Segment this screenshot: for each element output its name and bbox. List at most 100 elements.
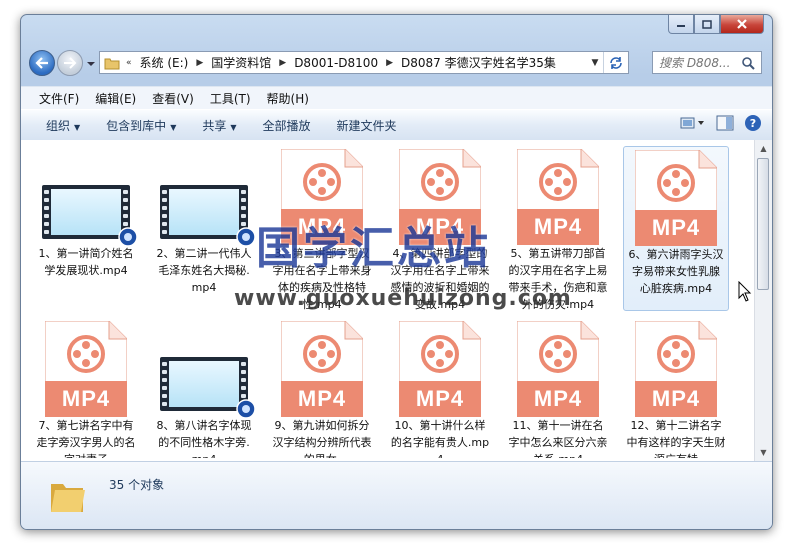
media-player-icon [118, 227, 138, 247]
view-icon [680, 117, 704, 129]
menu-help[interactable]: 帮助(H) [259, 90, 317, 107]
menu-edit[interactable]: 编辑(E) [87, 90, 144, 107]
arrow-left-icon [35, 57, 48, 69]
refresh-button[interactable] [603, 52, 628, 73]
refresh-icon [610, 56, 622, 69]
breadcrumb-item-drive[interactable]: 系统 (E:) [134, 54, 195, 71]
view-controls: ? [680, 114, 762, 135]
vertical-scrollbar[interactable]: ▲ ▼ [754, 140, 772, 461]
film-reel-icon [539, 335, 577, 373]
maximize-button[interactable] [694, 15, 720, 34]
file-name: 8、第八讲名字体现的不同性格木字旁.mp4 [156, 419, 252, 458]
chevron-down-icon: ▼ [170, 122, 177, 132]
file-name: 10、第十讲什么样的名字能有贵人.mp4 [390, 419, 490, 458]
recent-pages-dropdown[interactable] [86, 58, 96, 68]
address-row: « 系统 (E:) ▶ 国学资料馆 ▶ D8001-D8100 ▶ D8087 … [29, 48, 764, 78]
file-type-label: MP4 [635, 210, 717, 246]
file-type-label: MP4 [45, 381, 127, 417]
arrow-right-icon [64, 57, 77, 69]
file-type-label: MP4 [517, 209, 599, 245]
new-folder-button[interactable]: 新建文件夹 [324, 117, 410, 134]
breadcrumb-separator-icon[interactable]: ▶ [194, 58, 205, 68]
search-icon[interactable] [741, 56, 755, 70]
mp4-file-icon: MP4 [635, 150, 717, 246]
organize-label: 组织 [46, 118, 71, 133]
chevron-down-icon: ▼ [230, 122, 237, 132]
preview-pane-button[interactable] [716, 115, 734, 134]
file-type-label: MP4 [635, 381, 717, 417]
film-reel-icon [303, 163, 341, 201]
file-tile[interactable]: MP4 10、第十讲什么样的名字能有贵人.mp4 [387, 318, 493, 458]
share-button[interactable]: 共享 ▼ [189, 117, 249, 134]
help-icon: ? [745, 115, 761, 131]
video-thumbnail [42, 185, 138, 247]
close-button[interactable] [720, 15, 764, 34]
chevron-down-icon [87, 62, 95, 66]
file-name: 11、第十一讲在名字中怎么来区分六亲关系.mp4 [508, 419, 608, 458]
scroll-down-button[interactable]: ▼ [755, 444, 772, 461]
film-reel-icon [303, 335, 341, 373]
breadcrumb-separator-icon[interactable]: ▶ [277, 58, 288, 68]
film-reel-icon [657, 164, 695, 202]
file-tile-selected[interactable]: MP4 6、第六讲雨字头汉字易带来女性乳腺心脏疾病.mp4 [623, 146, 729, 311]
close-icon [737, 19, 747, 29]
caption-buttons [668, 15, 764, 34]
chevron-down-icon: ▼ [74, 122, 81, 132]
minimize-icon [677, 25, 685, 27]
back-button[interactable] [29, 50, 55, 76]
scrollbar-thumb[interactable] [757, 158, 769, 290]
watermark-url: www.guoxuehuizong.com [234, 286, 572, 311]
share-label: 共享 [202, 118, 227, 133]
minimize-button[interactable] [668, 15, 694, 34]
file-name: 1、第一讲简介姓名学发展现状.mp4 [38, 247, 134, 277]
film-reel-icon [421, 335, 459, 373]
file-tile[interactable]: MP4 12、第十二讲名字中有这样的字天生财源广有特 [623, 318, 729, 458]
item-count: 35 个对象 [109, 478, 165, 492]
file-name: 7、第七讲名字中有走字旁汉字男人的名字对妻子 [36, 419, 136, 458]
breadcrumb-item-range[interactable]: D8001-D8100 [288, 56, 384, 70]
menu-file[interactable]: 文件(F) [31, 90, 87, 107]
video-thumbnail [160, 185, 256, 247]
video-thumbnail [160, 357, 256, 419]
file-tile[interactable]: MP4 11、第十一讲在名字中怎么来区分六亲关系.mp4 [505, 318, 611, 458]
file-tile[interactable]: 8、第八讲名字体现的不同性格木字旁.mp4 [151, 318, 257, 458]
command-bar: 组织 ▼ 包含到库中 ▼ 共享 ▼ 全部播放 新建文件夹 ? [21, 109, 772, 141]
mp4-file-icon: MP4 [517, 149, 599, 245]
scroll-up-button[interactable]: ▲ [755, 140, 772, 157]
folder-icon [51, 484, 85, 512]
include-label: 包含到库中 [106, 118, 167, 133]
menu-view[interactable]: 查看(V) [144, 90, 202, 107]
address-history-dropdown[interactable]: ▼ [587, 58, 603, 68]
menu-tools[interactable]: 工具(T) [202, 90, 259, 107]
breadcrumb-item-current[interactable]: D8087 李德汉字姓名学35集 [395, 54, 562, 71]
file-name: 6、第六讲雨字头汉字易带来女性乳腺心脏疾病.mp4 [628, 248, 724, 295]
breadcrumb-item-library[interactable]: 国学资料馆 [205, 54, 277, 71]
help-button[interactable]: ? [744, 114, 762, 135]
file-type-label: MP4 [517, 381, 599, 417]
file-type-label: MP4 [399, 381, 481, 417]
forward-button[interactable] [57, 50, 83, 76]
mp4-file-icon: MP4 [281, 321, 363, 417]
search-input[interactable] [653, 54, 741, 71]
play-all-button[interactable]: 全部播放 [250, 117, 324, 134]
breadcrumb-overflow[interactable]: « [124, 58, 134, 68]
file-tile[interactable]: 1、第一讲简介姓名学发展现状.mp4 [33, 146, 139, 311]
media-player-icon [236, 227, 256, 247]
include-in-library-button[interactable]: 包含到库中 ▼ [93, 117, 189, 134]
file-tile[interactable]: MP4 9、第九讲如何拆分汉字结构分辨所代表的男女. [269, 318, 375, 458]
search-box [652, 51, 762, 74]
file-name: 9、第九讲如何拆分汉字结构分辨所代表的男女. [272, 419, 372, 458]
film-reel-icon [657, 335, 695, 373]
mp4-file-icon: MP4 [399, 321, 481, 417]
mp4-file-icon: MP4 [517, 321, 599, 417]
change-view-button[interactable] [680, 115, 706, 134]
file-tile[interactable]: MP4 7、第七讲名字中有走字旁汉字男人的名字对妻子 [33, 318, 139, 458]
mp4-file-icon: MP4 [635, 321, 717, 417]
breadcrumb-separator-icon[interactable]: ▶ [384, 58, 395, 68]
mouse-cursor-icon [738, 281, 752, 302]
address-bar[interactable]: « 系统 (E:) ▶ 国学资料馆 ▶ D8001-D8100 ▶ D8087 … [99, 51, 629, 74]
breadcrumb: « 系统 (E:) ▶ 国学资料馆 ▶ D8001-D8100 ▶ D8087 … [120, 54, 587, 71]
preview-pane-icon [716, 115, 734, 131]
menu-bar: 文件(F) 编辑(E) 查看(V) 工具(T) 帮助(H) [21, 86, 772, 109]
organize-button[interactable]: 组织 ▼ [33, 117, 93, 134]
